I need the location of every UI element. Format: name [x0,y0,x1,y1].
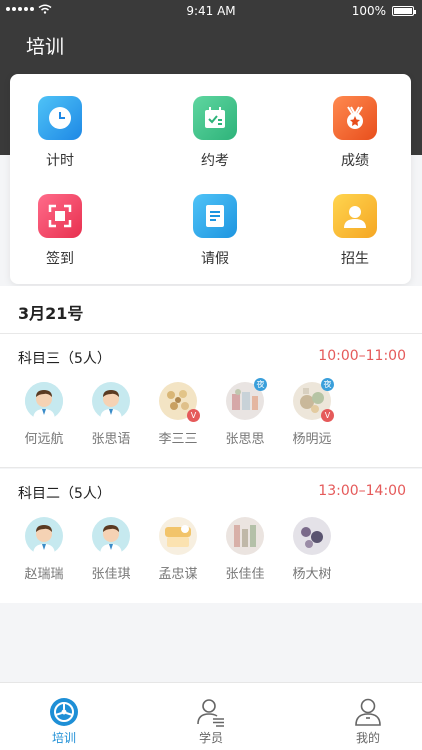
menu-label: 成绩 [341,153,369,169]
student-item[interactable]: 张佳佳 [211,517,279,582]
avatar [92,517,130,555]
status-bar: 9:41 AM 100% [0,0,422,22]
tab-training[interactable]: 培训 [24,683,104,750]
course-time: 13:00–14:00 [318,483,406,499]
course-card[interactable]: 科目二（5人） 13:00–14:00 赵瑞瑞 张佳琪 孟忠谋 张佳佳 杨大树 [0,469,422,603]
tab-bar: 培训 学员 我的 [0,682,422,750]
student-item[interactable]: 赵瑞瑞 [10,517,78,582]
steering-wheel-icon [49,697,79,727]
student-item[interactable]: 夜 张思思 [211,378,279,447]
avatar [25,517,63,555]
course-title: 科目二（5人） [18,486,111,502]
student-name: 张佳佳 [225,567,265,582]
student-item[interactable]: 张佳琪 [77,517,145,582]
document-icon [193,194,237,238]
students-icon [196,697,226,727]
profile-icon [353,697,383,727]
menu-item-scores[interactable]: 成绩 [305,96,405,176]
menu-item-leave-request[interactable]: 请假 [165,194,265,274]
avatar: 夜 V [293,378,334,422]
menu-label: 约考 [201,153,229,169]
vip-badge: V [187,409,200,422]
menu-item-enrollment[interactable]: 招生 [305,194,405,274]
menu-label: 计时 [46,153,74,169]
student-name: 张思语 [91,432,131,447]
student-item[interactable]: 孟忠谋 [144,517,212,582]
student-name: 张思思 [225,432,265,447]
battery-percent: 100% [351,4,386,18]
student-item[interactable]: 杨大树 [278,517,346,582]
tab-label: 培训 [51,731,76,745]
menu-item-checkin[interactable]: 签到 [10,194,110,274]
menu-label: 招生 [341,251,369,267]
avatar: 夜 [226,378,267,420]
course-card[interactable]: 科目三（5人） 10:00–11:00 何远航 张思语 V 李三三 夜 张思思 … [0,334,422,468]
student-item[interactable]: V 李三三 [144,382,212,447]
schedule-date-header: 3月21号 [0,286,422,334]
student-name: 孟忠谋 [158,567,198,582]
course-time: 10:00–11:00 [318,348,406,364]
battery-area: 100% [351,4,416,18]
course-title: 科目三（5人） [18,351,111,367]
tab-students[interactable]: 学员 [171,683,251,750]
divider [0,467,422,468]
menu-label: 请假 [201,251,229,267]
page-title: 培训 [26,36,65,58]
tab-label: 学员 [198,731,223,745]
tab-profile[interactable]: 我的 [328,683,408,750]
night-badge: 夜 [321,378,334,391]
student-name: 李三三 [158,432,198,447]
person-icon [333,194,377,238]
clock-icon [38,96,82,140]
student-item[interactable]: 张思语 [77,382,145,447]
tab-label: 我的 [355,731,380,745]
student-name: 杨明远 [292,432,332,447]
student-name: 何远航 [24,432,64,447]
avatar [92,382,130,420]
battery-icon [392,6,416,16]
menu-label: 签到 [46,251,74,267]
avatar [159,517,197,555]
vip-badge: V [321,409,334,422]
avatar: V [159,382,200,422]
avatar [25,382,63,420]
student-item[interactable]: 何远航 [10,382,78,447]
student-item[interactable]: 夜 V 杨明远 [278,378,346,447]
menu-item-exam-booking[interactable]: 约考 [165,96,265,176]
medal-icon [333,96,377,140]
calendar-icon [193,96,237,140]
avatar [226,517,264,555]
scan-icon [38,194,82,238]
student-name: 赵瑞瑞 [24,567,64,582]
avatar [293,517,331,555]
schedule-date: 3月21号 [18,304,84,323]
night-badge: 夜 [254,378,267,391]
menu-card: 计时 约考 成绩 签到 请假 招生 [10,74,411,284]
menu-item-timing[interactable]: 计时 [10,96,110,176]
student-name: 张佳琪 [91,567,131,582]
student-name: 杨大树 [292,567,332,582]
